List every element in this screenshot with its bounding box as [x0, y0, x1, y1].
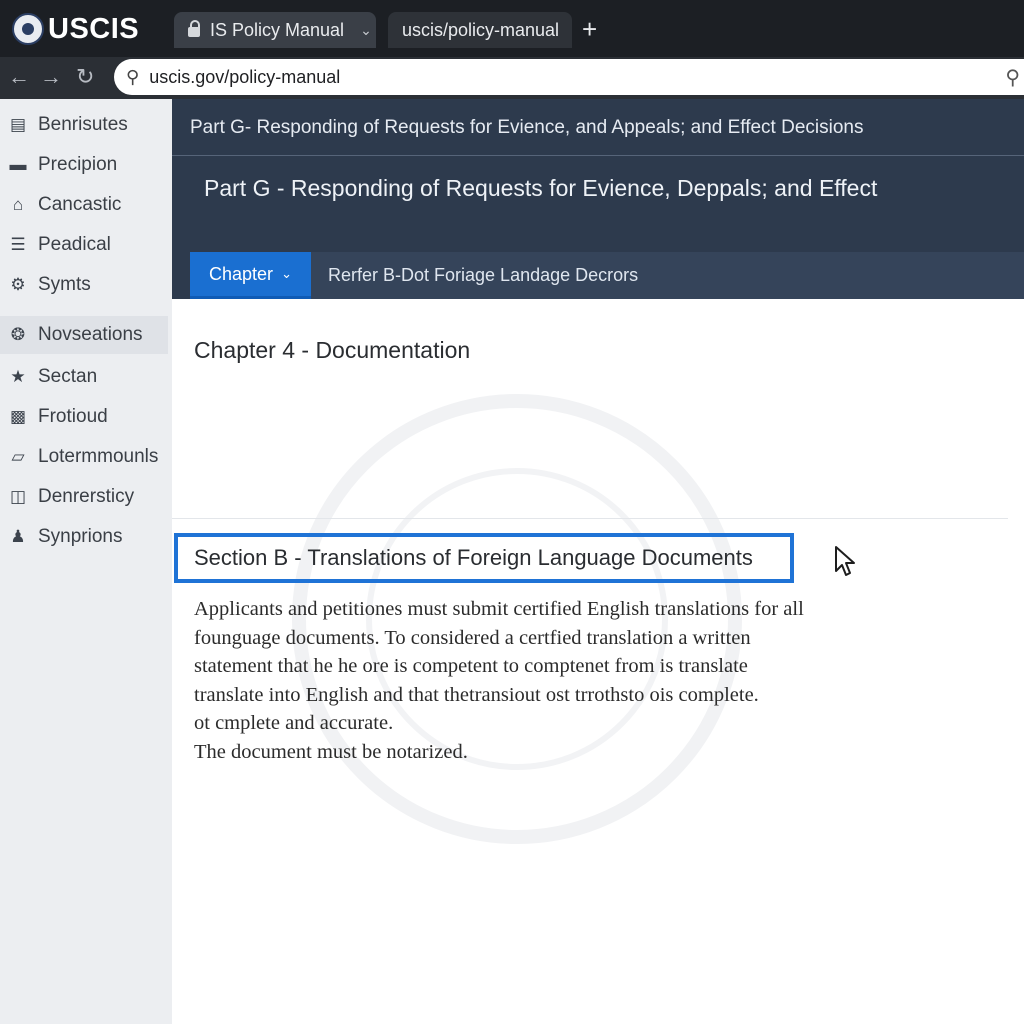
section-heading-highlight[interactable]: Section B - Translations of Foreign Lang… — [174, 533, 794, 583]
brand-name: USCIS — [48, 12, 140, 45]
sidebar-item-label: Frotioud — [38, 406, 108, 427]
sidebar-item-sectan[interactable]: ★ Sectan — [0, 358, 168, 396]
sidebar-item-label: Denrersticy — [38, 486, 135, 507]
search-icon[interactable]: ⚲ — [1005, 65, 1020, 90]
browser-tab-strip: USCIS IS Policy Manual ⌄ uscis/policy-ma… — [0, 0, 1024, 57]
main-content: Chapter 4 - Documentation Section B - Tr… — [172, 299, 1024, 1024]
card-icon: ▬ — [9, 155, 27, 174]
star-icon: ★ — [10, 367, 26, 386]
list-icon: ☰ — [10, 235, 26, 254]
sidebar-item-label: Peadical — [38, 234, 111, 255]
sidebar: ▤ Benrisutes ▬ Precipion ⌂ Cancastic ☰ P… — [0, 99, 173, 1024]
sidebar-item-label: Sectan — [38, 366, 98, 387]
sidebar-item-benrisutes[interactable]: ▤ Benrisutes — [0, 106, 168, 144]
sidebar-item-synprions[interactable]: ♟ Synprions — [0, 518, 168, 556]
user-icon: ♟ — [10, 527, 26, 546]
sidebar-item-denrersticy[interactable]: ◫ Denrersticy — [0, 478, 168, 516]
back-arrow-icon[interactable]: ← — [8, 63, 30, 91]
new-tab-button[interactable]: + — [582, 14, 597, 44]
sidebar-item-label: Cancastic — [38, 194, 122, 215]
reload-icon[interactable]: ↻ — [76, 63, 94, 91]
lock-icon — [188, 20, 200, 37]
gear-icon: ⚙ — [10, 275, 26, 294]
sidebar-item-label: Synprions — [38, 526, 123, 547]
section-title: Section B - Translations of Foreign Lang… — [194, 545, 753, 570]
header-divider — [172, 155, 1024, 156]
body-line: translate into English and that thetrans… — [194, 683, 759, 706]
sidebar-item-label: Novseations — [38, 324, 143, 345]
forward-arrow-icon[interactable]: → — [40, 63, 62, 91]
sidebar-item-label: Precipion — [38, 154, 118, 175]
tab-label: IS Policy Manual — [210, 19, 345, 40]
browser-toolbar: ← → ↻ ⚲ uscis.gov/policy-manual ⚲ — [0, 57, 1024, 99]
tab-uscis-policy-manual[interactable]: uscis/policy-manual — [388, 12, 572, 48]
body-line: The document must be notarized. — [194, 740, 468, 763]
section-body: Applicants and petitiones must submit ce… — [194, 595, 894, 766]
sidebar-item-frotioud[interactable]: ▩ Frotioud — [0, 398, 168, 436]
body-line: Applicants and petitiones must submit ce… — [194, 598, 804, 620]
search-icon: ⚲ — [126, 66, 140, 87]
form-icon: ▤ — [9, 115, 27, 134]
body-line: founguage documents. To considered a cer… — [194, 626, 751, 649]
image-icon: ▩ — [9, 407, 27, 426]
document-icon: ◫ — [9, 487, 27, 506]
body-line: statement that he he ore is competent to… — [194, 655, 748, 677]
tab-policy-manual[interactable]: IS Policy Manual ⌄ — [174, 12, 376, 48]
chart-icon: ▱ — [11, 447, 25, 466]
body-line: ot cmplete and accurate. — [194, 712, 394, 734]
chapter-button-label: Chapter — [209, 263, 274, 284]
page-header: Part G- Responding of Requests for Evien… — [172, 99, 1024, 299]
breadcrumb[interactable]: Part G- Responding of Requests for Evien… — [190, 117, 863, 139]
sidebar-item-label: Benrisutes — [38, 114, 128, 135]
network-icon: ❂ — [10, 325, 26, 344]
uscis-logo[interactable]: USCIS — [12, 12, 139, 46]
chapter-dropdown-button[interactable]: Chapter ⌄ — [190, 252, 311, 299]
chevron-down-icon[interactable]: ⌄ — [360, 22, 372, 39]
address-bar[interactable]: ⚲ uscis.gov/policy-manual ⚲ — [114, 59, 1024, 95]
chevron-down-icon: ⌄ — [281, 266, 292, 281]
chapter-nav-bar: Chapter ⌄ Rerfer B-Dot Foriage Landage D… — [190, 252, 1024, 299]
sidebar-item-cancastic[interactable]: ⌂ Cancastic — [0, 186, 168, 224]
sidebar-item-peadical[interactable]: ☰ Peadical — [0, 226, 168, 264]
uscis-seal-icon — [12, 13, 44, 45]
subnav-link[interactable]: Rerfer B-Dot Foriage Landage Decrors — [328, 265, 638, 286]
building-icon: ⌂ — [12, 195, 24, 214]
mouse-cursor-icon — [835, 546, 855, 576]
page-title: Part G - Responding of Requests for Evie… — [204, 175, 878, 201]
content-divider — [172, 518, 1008, 519]
sidebar-item-symts[interactable]: ⚙ Symts — [0, 266, 168, 304]
sidebar-item-precipion[interactable]: ▬ Precipion — [0, 146, 168, 184]
sidebar-item-novseations[interactable]: ❂ Novseations — [0, 316, 168, 354]
sidebar-item-label: Symts — [38, 274, 91, 295]
sidebar-item-label: Lotermmounls — [38, 446, 159, 467]
tab-label: uscis/policy-manual — [402, 19, 560, 40]
chapter-heading: Chapter 4 - Documentation — [194, 337, 471, 363]
sidebar-item-lotermmounls[interactable]: ▱ Lotermmounls — [0, 438, 168, 476]
address-url[interactable]: uscis.gov/policy-manual — [149, 67, 340, 88]
